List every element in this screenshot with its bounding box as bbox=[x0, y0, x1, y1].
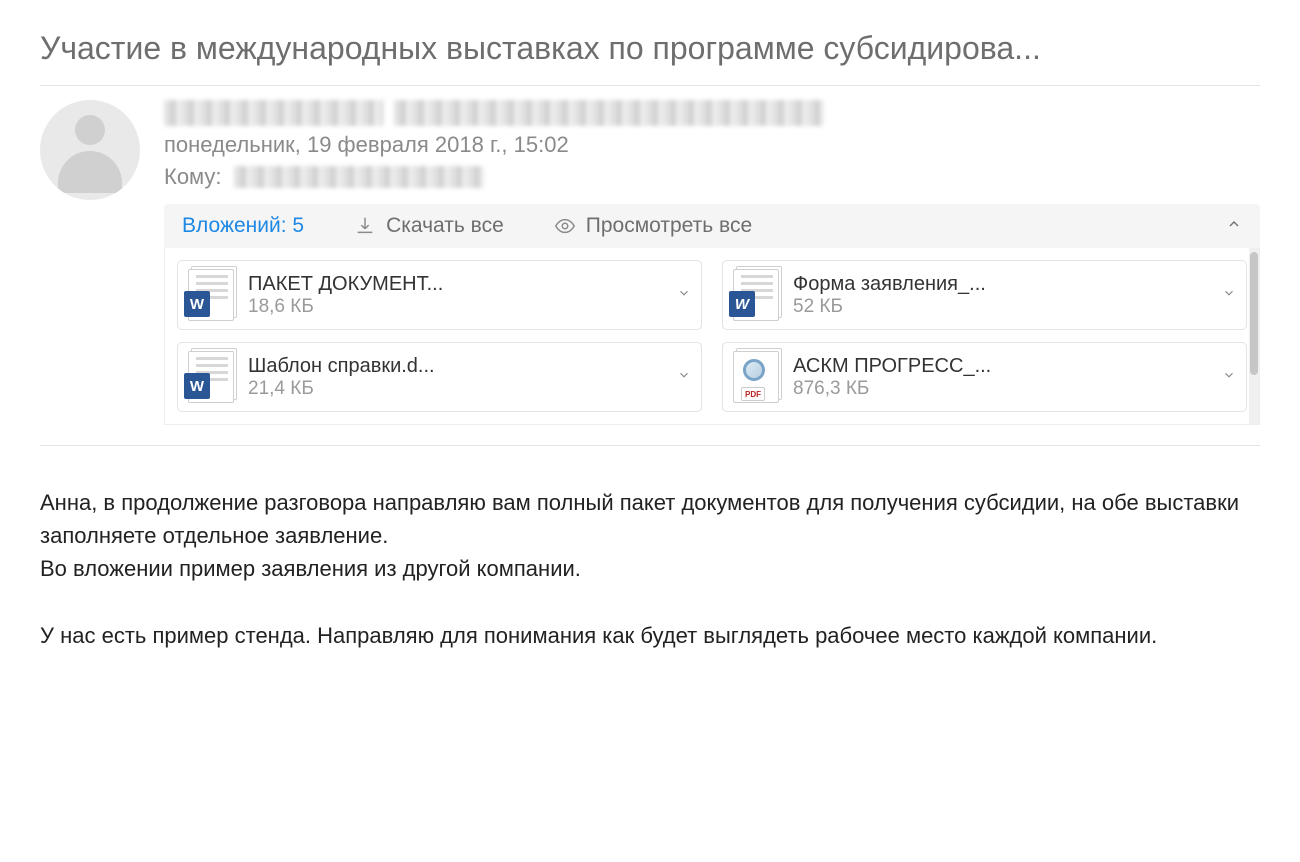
body-paragraph: У нас есть пример стенда. Направляю для … bbox=[40, 619, 1260, 652]
email-header: понедельник, 19 февраля 2018 г., 15:02 К… bbox=[40, 86, 1260, 425]
attachment-name: Шаблон справки.d... bbox=[248, 355, 663, 378]
email-body: Анна, в продолжение разговора направляю … bbox=[40, 486, 1260, 652]
avatar bbox=[40, 100, 140, 200]
attachment-size: 52 КБ bbox=[793, 296, 1208, 318]
to-label: Кому: bbox=[164, 164, 222, 190]
attachment-name: ПАКЕТ ДОКУМЕНТ... bbox=[248, 273, 663, 296]
recipient-row: Кому: bbox=[164, 164, 1260, 190]
attachment-item[interactable]: W ПАКЕТ ДОКУМЕНТ... 18,6 КБ bbox=[177, 260, 702, 330]
word-file-icon: W bbox=[733, 269, 779, 321]
sender-row bbox=[164, 100, 1260, 126]
attachments-bar: Вложений: 5 Скачать все Просмотреть все bbox=[164, 204, 1260, 248]
attachment-menu-button[interactable] bbox=[1222, 286, 1236, 305]
attachment-name: Форма заявления_... bbox=[793, 273, 1208, 296]
scrollbar-thumb[interactable] bbox=[1250, 252, 1258, 375]
attachment-size: 21,4 КБ bbox=[248, 378, 663, 400]
collapse-attachments-button[interactable] bbox=[1226, 214, 1242, 238]
attachment-menu-button[interactable] bbox=[1222, 368, 1236, 387]
attachments-count[interactable]: Вложений: 5 bbox=[182, 214, 304, 238]
attachment-item[interactable]: W Форма заявления_... 52 КБ bbox=[722, 260, 1247, 330]
download-all-label: Скачать все bbox=[386, 214, 504, 238]
attachments-scrollbar[interactable] bbox=[1249, 248, 1259, 424]
chevron-down-icon bbox=[677, 368, 691, 382]
attachment-size: 876,3 КБ bbox=[793, 378, 1208, 400]
sender-email-redacted bbox=[394, 100, 824, 126]
chevron-up-icon bbox=[1226, 216, 1242, 232]
body-paragraph: Во вложении пример заявления из другой к… bbox=[40, 552, 1260, 585]
attachment-name: АСКМ ПРОГРЕСС_... bbox=[793, 355, 1208, 378]
preview-all-button[interactable]: Просмотреть все bbox=[554, 214, 752, 238]
attachment-size: 18,6 КБ bbox=[248, 296, 663, 318]
download-icon bbox=[354, 215, 376, 237]
download-all-button[interactable]: Скачать все bbox=[354, 214, 504, 238]
email-subject: Участие в международных выставках по про… bbox=[40, 30, 1260, 85]
attachment-menu-button[interactable] bbox=[677, 286, 691, 305]
pdf-file-icon: PDF bbox=[733, 351, 779, 403]
word-file-icon: W bbox=[188, 269, 234, 321]
chevron-down-icon bbox=[1222, 286, 1236, 300]
email-date: понедельник, 19 февраля 2018 г., 15:02 bbox=[164, 132, 1260, 158]
sender-name-redacted bbox=[164, 100, 384, 126]
chevron-down-icon bbox=[1222, 368, 1236, 382]
attachments-panel: W ПАКЕТ ДОКУМЕНТ... 18,6 КБ W Форм bbox=[164, 248, 1260, 425]
attachment-item[interactable]: PDF АСКМ ПРОГРЕСС_... 876,3 КБ bbox=[722, 342, 1247, 412]
chevron-down-icon bbox=[677, 286, 691, 300]
word-file-icon: W bbox=[188, 351, 234, 403]
eye-icon bbox=[554, 215, 576, 237]
body-paragraph: Анна, в продолжение разговора направляю … bbox=[40, 486, 1260, 552]
divider bbox=[40, 445, 1260, 446]
preview-all-label: Просмотреть все bbox=[586, 214, 752, 238]
attachment-item[interactable]: W Шаблон справки.d... 21,4 КБ bbox=[177, 342, 702, 412]
recipient-redacted bbox=[234, 166, 484, 188]
attachment-menu-button[interactable] bbox=[677, 368, 691, 387]
